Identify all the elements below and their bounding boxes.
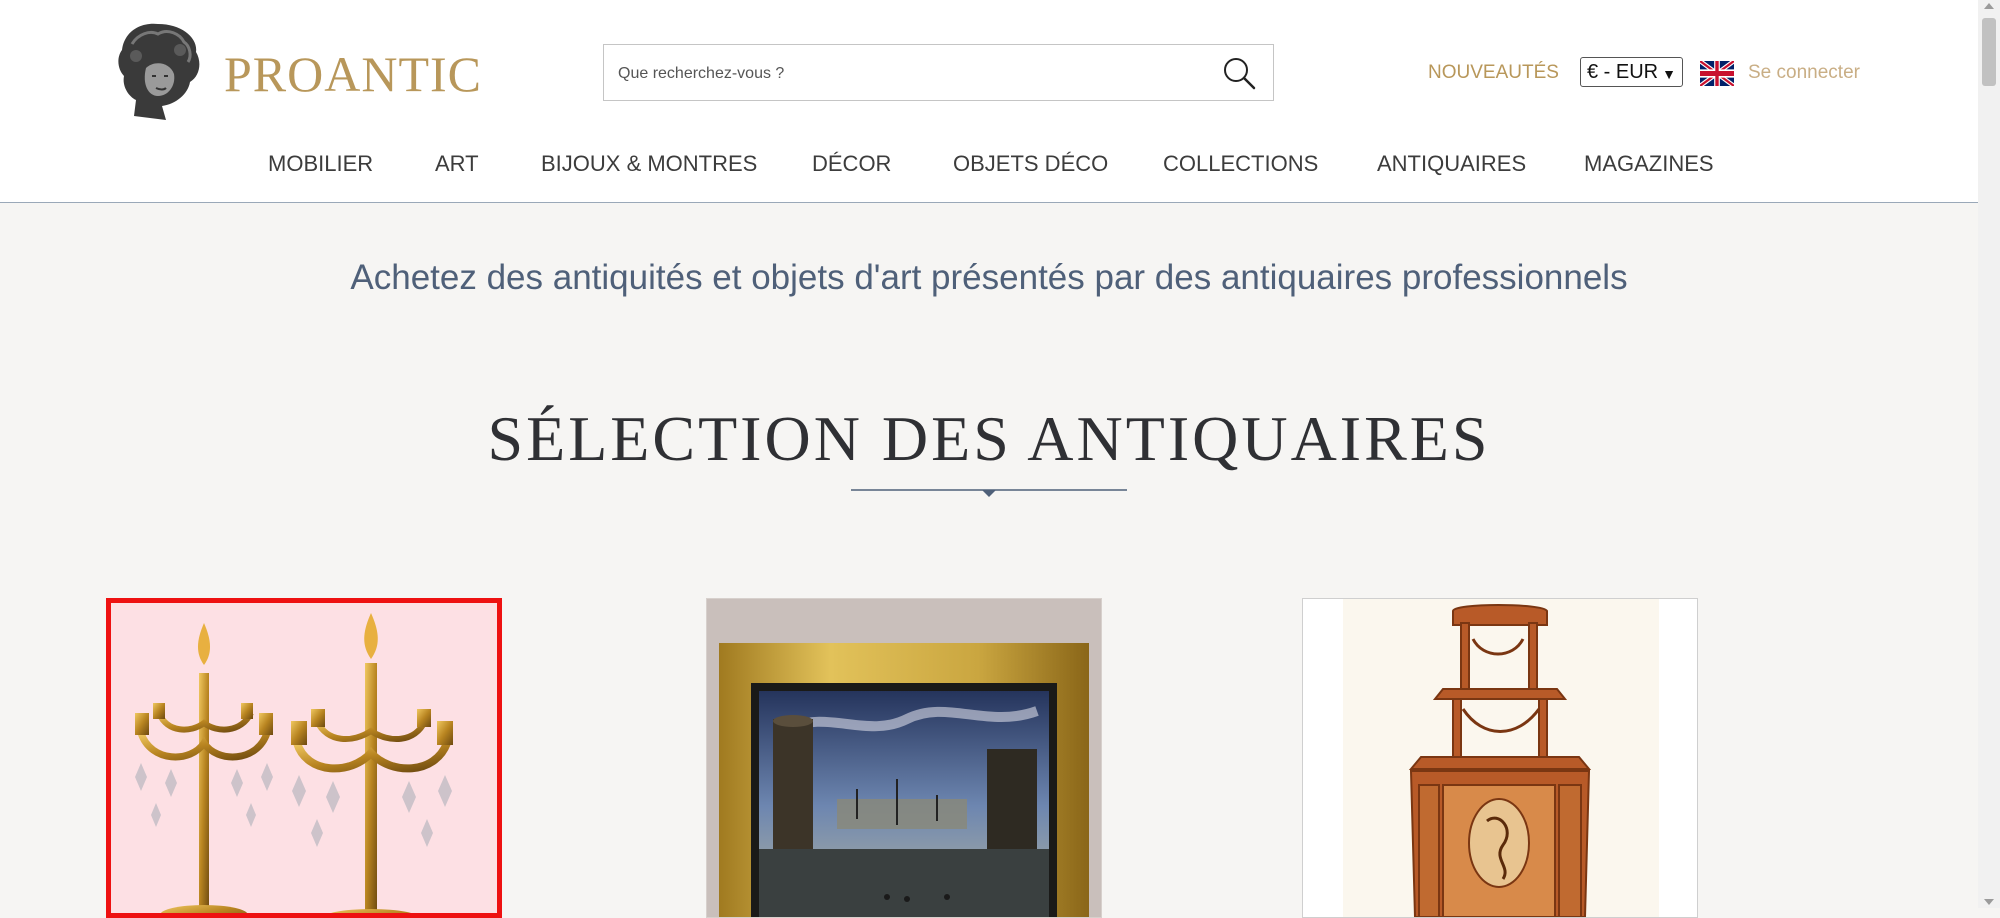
scroll-thumb[interactable] [1982, 18, 1996, 86]
nav-item-mobilier[interactable]: MOBILIER [268, 150, 373, 178]
search-input[interactable] [616, 59, 1200, 89]
main-nav: MOBILIER ART BIJOUX & MONTRES DÉCOR OBJE… [0, 150, 1978, 180]
product-card-etagere[interactable] [1302, 598, 1698, 918]
title-divider [851, 489, 1127, 497]
product-card-painting[interactable] [706, 598, 1102, 918]
nav-item-magazines[interactable]: MAGAZINES [1584, 150, 1714, 178]
currency-selected-value: € - EUR [1587, 61, 1659, 83]
page-scrollbar[interactable] [1978, 0, 2000, 908]
nav-item-bijoux-montres[interactable]: BIJOUX & MONTRES [541, 150, 757, 178]
nav-item-objets-deco[interactable]: OBJETS DÉCO [953, 150, 1108, 178]
uk-flag-icon[interactable] [1700, 61, 1734, 86]
logo-text[interactable]: PROANTIC [224, 44, 482, 104]
nav-item-antiquaires[interactable]: ANTIQUAIRES [1377, 150, 1526, 178]
etagere-image[interactable] [1303, 599, 1697, 917]
currency-select[interactable]: € - EUR ▼ [1580, 57, 1683, 87]
candelabra-image[interactable] [111, 603, 497, 918]
site-header: PROANTIC NOUVEAUTÉS € - EUR ▼ Se connect… [0, 0, 1978, 203]
nav-item-collections[interactable]: COLLECTIONS [1163, 150, 1318, 178]
search-bar [603, 44, 1274, 101]
search-icon[interactable] [1221, 55, 1257, 91]
painting-image[interactable] [707, 599, 1101, 917]
nav-item-art[interactable]: ART [435, 150, 479, 178]
scroll-up-icon[interactable] [1984, 3, 1994, 9]
product-card-candelabra[interactable] [106, 598, 502, 918]
scroll-down-icon[interactable] [1984, 899, 1994, 905]
page-tagline: Achetez des antiquités et objets d'art p… [350, 258, 1628, 297]
login-link[interactable]: Se connecter [1748, 60, 1860, 86]
logo-bust-icon[interactable] [110, 20, 210, 122]
nav-item-decor[interactable]: DÉCOR [812, 150, 891, 178]
chevron-down-icon: ▼ [1662, 66, 1676, 82]
section-title: SÉLECTION DES ANTIQUAIRES [487, 403, 1491, 474]
nouveautes-link[interactable]: NOUVEAUTÉS [1428, 60, 1559, 86]
